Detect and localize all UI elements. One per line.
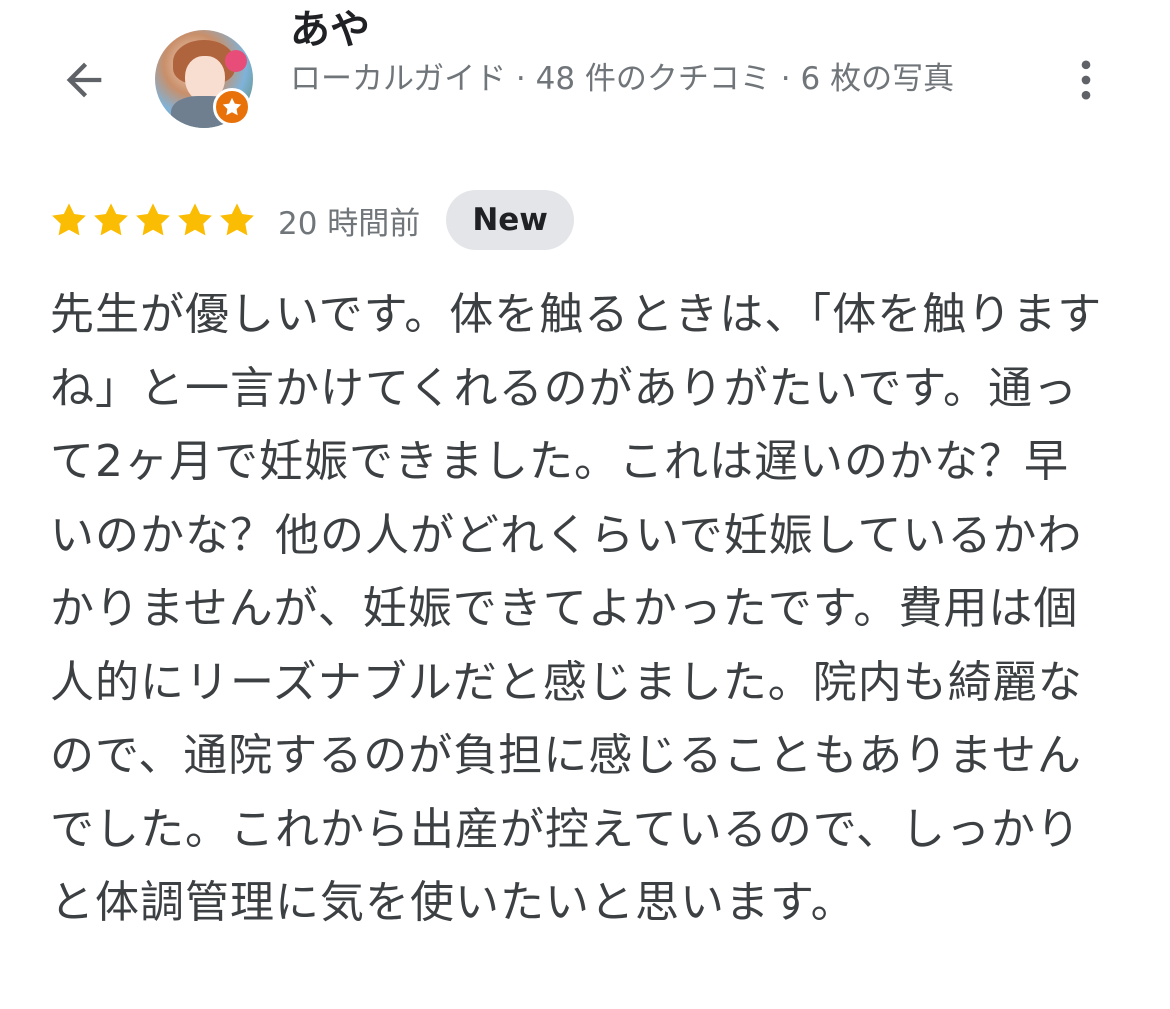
reviewer-meta: ローカルガイド · 48 件のクチコミ · 6 枚の写真 (290, 61, 955, 97)
star-icon (94, 203, 128, 236)
back-button[interactable] (52, 48, 116, 112)
rating-row: 20 時間前 New (48, 188, 574, 252)
star-icon (220, 203, 254, 236)
local-guide-badge (213, 88, 251, 126)
review-text: 先生が優しいです。体を触るときは、「体を触りますね」と一言かけてくれるのがありが… (50, 289, 1103, 928)
more-options-button[interactable] (1058, 48, 1114, 112)
review-header: あや ローカルガイド · 48 件のクチコミ · 6 枚の写真 (0, 0, 1170, 170)
review-timestamp: 20 時間前 (278, 205, 421, 242)
star-icon (222, 97, 242, 116)
more-vert-icon (1081, 60, 1091, 100)
star-icon (178, 203, 212, 236)
star-icon (136, 203, 170, 236)
arrow-back-icon (66, 62, 102, 98)
star-icon (52, 203, 86, 236)
new-badge: New (446, 190, 574, 250)
star-rating (48, 199, 258, 241)
reviewer-name[interactable]: あや (290, 4, 370, 56)
